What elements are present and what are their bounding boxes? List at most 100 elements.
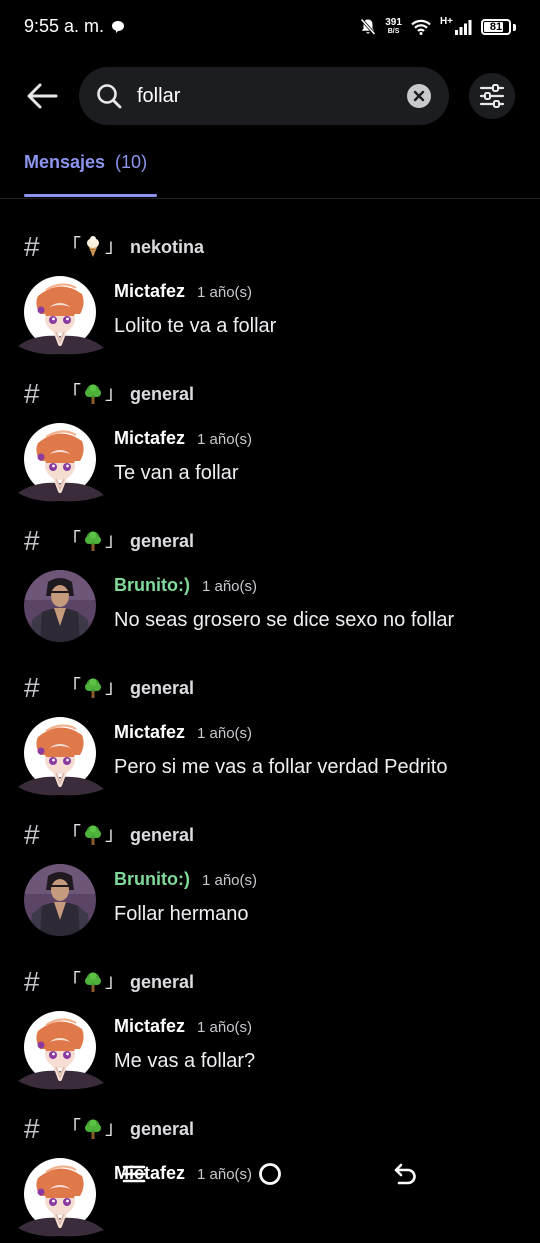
hash-icon: # <box>24 966 40 997</box>
channel-bracket-close: 」 <box>105 383 125 404</box>
channel-name: general <box>130 971 195 992</box>
clear-search-button[interactable] <box>407 84 431 108</box>
avatar[interactable] <box>24 864 96 936</box>
channel-bracket-close: 」 <box>105 677 125 698</box>
back-arrow-icon <box>27 83 58 109</box>
hash-icon: # <box>24 1113 40 1144</box>
result-channel[interactable]: # 「 」 general <box>24 674 194 702</box>
channel-bracket-open: 「 <box>62 1118 82 1139</box>
tree-icon-graphic <box>85 531 102 551</box>
channel-bracket-open: 「 <box>62 383 82 404</box>
avatar[interactable] <box>24 570 96 642</box>
author-name[interactable]: Mictafez <box>114 428 185 449</box>
timestamp: 1 año(s) <box>201 578 258 595</box>
search-result[interactable]: # 「 」 general Mictafez 1 año(s) Te van a folla… <box>0 346 540 502</box>
search-result[interactable]: # 「 」 general Mictafez 1 año(s) Me vas a folla… <box>0 934 540 1090</box>
message-header: Mictafez 1 año(s) <box>114 428 252 449</box>
menu-button[interactable] <box>118 1158 150 1190</box>
back-button[interactable] <box>22 76 62 116</box>
sliders-icon <box>479 84 505 108</box>
channel-name: general <box>130 383 195 404</box>
channel-name: general <box>130 1118 195 1139</box>
filter-button[interactable] <box>469 73 515 119</box>
battery-icon: 81 <box>481 19 511 35</box>
avatar[interactable] <box>18 717 104 796</box>
timestamp: 1 año(s) <box>197 284 253 301</box>
muted-bell-icon <box>360 18 376 36</box>
result-channel[interactable]: # 「 」 general <box>24 821 194 849</box>
tree-icon-graphic <box>85 1119 102 1139</box>
ice-cream-icon <box>83 236 103 258</box>
message-text: Te van a follar <box>114 462 239 484</box>
message-text: Pero si me vas a follar verdad Pedrito <box>114 756 448 778</box>
channel-bracket-close: 」 <box>105 1118 125 1139</box>
hash-icon: # <box>24 672 40 703</box>
battery-tip <box>513 23 516 31</box>
tree-icon-graphic <box>85 972 102 992</box>
message-text: Follar hermano <box>114 903 249 925</box>
channel-name: nekotina <box>130 236 205 257</box>
tree-icon <box>83 530 103 552</box>
search-icon <box>97 84 122 109</box>
back-arrow-icon <box>394 1163 416 1185</box>
tree-icon-graphic <box>85 825 102 845</box>
fighter-avatar <box>24 570 96 642</box>
author-name[interactable]: Mictafez <box>114 1016 185 1037</box>
system-nav-bar <box>0 1148 540 1200</box>
hash-icon: # <box>24 378 40 409</box>
result-channel[interactable]: # 「 」 general <box>24 1115 194 1143</box>
status-icons: 391 B/S H+ 81 <box>360 14 516 40</box>
message-text: No seas grosero se dice sexo no follar <box>114 609 455 631</box>
message-header: Mictafez 1 año(s) <box>114 722 252 743</box>
channel-name: general <box>130 530 195 551</box>
timestamp: 1 año(s) <box>197 431 253 448</box>
channel-bracket-close: 」 <box>105 971 125 992</box>
avatar[interactable] <box>18 1011 104 1090</box>
channel-bracket-close: 」 <box>105 236 125 257</box>
tree-icon-graphic <box>85 384 102 404</box>
system-back-button[interactable] <box>390 1158 422 1190</box>
author-name[interactable]: Mictafez <box>114 281 185 302</box>
tree-icon-graphic <box>85 678 102 698</box>
menu-icon <box>122 1165 146 1183</box>
channel-name: general <box>130 677 195 698</box>
network-speed-value: 391 <box>385 17 402 28</box>
result-channel[interactable]: # 「 」 general <box>24 527 194 555</box>
channel-bracket-open: 「 <box>62 236 82 257</box>
search-result[interactable]: # 「 」 nekotina Mictafez 1 año(s) Lolito te va … <box>0 199 540 355</box>
hash-icon: # <box>24 231 40 262</box>
author-name[interactable]: Brunito:) <box>114 575 190 596</box>
result-channel[interactable]: # 「 」 general <box>24 968 194 996</box>
search-result[interactable]: # 「 」 general Brunito:) 1 año(s) No seas grose… <box>0 493 540 642</box>
wifi-icon <box>411 19 431 35</box>
avatar[interactable] <box>18 423 104 502</box>
home-circle-icon <box>259 1163 281 1185</box>
tree-icon <box>83 383 103 405</box>
author-name[interactable]: Mictafez <box>114 722 185 743</box>
channel-name: general <box>130 824 195 845</box>
tab-messages[interactable]: Mensajes (10) <box>24 152 147 173</box>
tree-icon <box>83 971 103 993</box>
tree-icon <box>83 1118 103 1140</box>
search-box[interactable] <box>79 67 449 125</box>
search-input[interactable] <box>137 83 387 109</box>
ice-cream-icon-graphic <box>87 236 100 257</box>
result-channel[interactable]: # 「 」 general <box>24 380 194 408</box>
message-header: Mictafez 1 año(s) <box>114 1016 252 1037</box>
channel-bracket-open: 「 <box>62 530 82 551</box>
search-result[interactable]: # 「 」 general Mictafez 1 año(s) Pero si me vas… <box>0 640 540 796</box>
anime-girl-avatar <box>18 1011 104 1090</box>
hash-icon: # <box>24 819 40 850</box>
tab-active-indicator <box>24 194 157 197</box>
avatar[interactable] <box>18 276 104 355</box>
home-button[interactable] <box>254 1158 286 1190</box>
search-result[interactable]: # 「 」 general Brunito:) 1 año(s) Follar herman… <box>0 787 540 936</box>
channel-bracket-open: 「 <box>62 677 82 698</box>
message-header: Brunito:) 1 año(s) <box>114 575 257 596</box>
result-channel[interactable]: # 「 」 nekotina <box>24 233 204 261</box>
network-type: H+ <box>439 16 453 27</box>
author-name[interactable]: Brunito:) <box>114 869 190 890</box>
channel-bracket-close: 」 <box>105 824 125 845</box>
anime-girl-avatar <box>18 717 104 796</box>
message-text: Me vas a follar? <box>114 1050 256 1072</box>
